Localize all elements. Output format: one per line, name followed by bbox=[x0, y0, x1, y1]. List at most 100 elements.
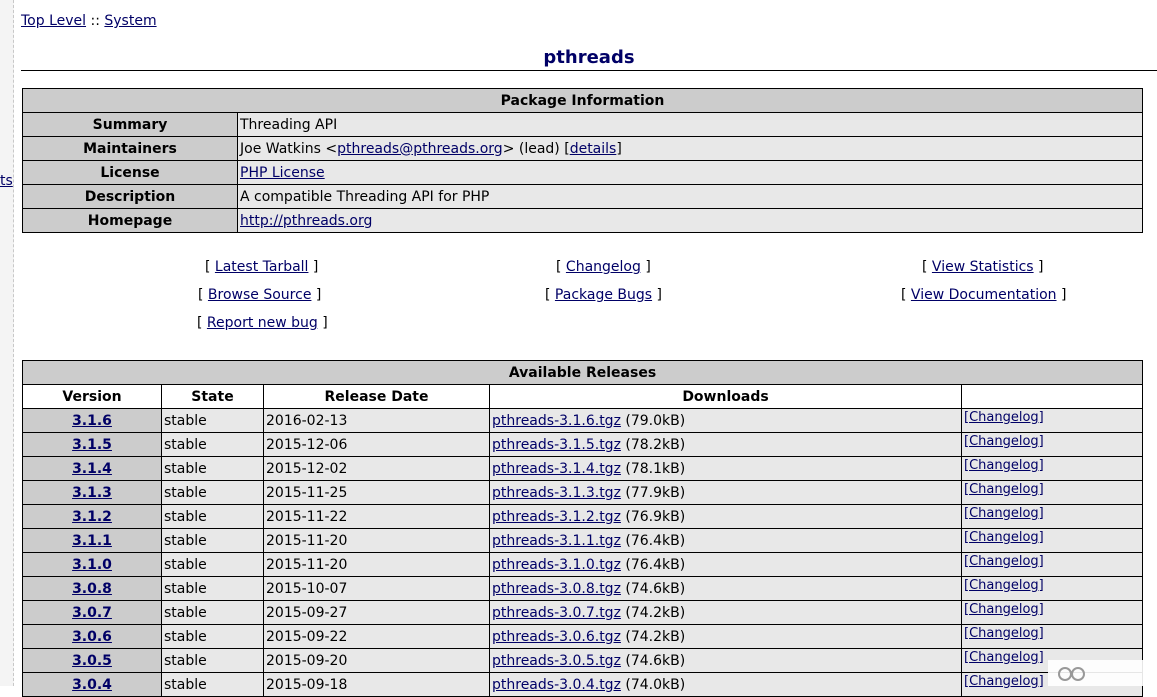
release-download-link[interactable]: pthreads-3.0.4.tgz bbox=[492, 677, 621, 693]
action-view-statistics: [ View Statistics ] bbox=[922, 259, 1044, 275]
release-version-link[interactable]: 3.0.4 bbox=[72, 677, 112, 693]
release-size: (74.6kB) bbox=[625, 652, 686, 669]
homepage-label: Homepage bbox=[22, 208, 238, 233]
release-date: 2015-09-20 bbox=[263, 648, 490, 673]
release-changelog-link[interactable]: [Changelog] bbox=[964, 434, 1044, 449]
release-changelog-link[interactable]: [Changelog] bbox=[964, 578, 1044, 593]
release-size: (76.4kB) bbox=[625, 532, 686, 549]
action-report-bug: [ Report new bug ] bbox=[197, 315, 328, 331]
package-bugs-link[interactable]: Package Bugs bbox=[555, 287, 652, 303]
release-date: 2015-11-22 bbox=[263, 504, 490, 529]
release-state: stable bbox=[161, 624, 264, 649]
description-row: Description A compatible Threading API f… bbox=[22, 184, 1143, 209]
release-row: 3.0.7 stable 2015-09-27 pthreads-3.0.7.tgz … bbox=[22, 600, 1143, 625]
column-state: State bbox=[161, 384, 264, 409]
view-statistics-link[interactable]: View Statistics bbox=[932, 259, 1034, 275]
release-download-link[interactable]: pthreads-3.1.3.tgz bbox=[492, 485, 621, 501]
breadcrumb-system[interactable]: System bbox=[104, 13, 156, 29]
release-version-link[interactable]: 3.0.8 bbox=[72, 581, 112, 597]
bracket: ] bbox=[616, 140, 622, 157]
release-size: (74.0kB) bbox=[625, 676, 686, 693]
release-changelog-link[interactable]: [Changelog] bbox=[964, 530, 1044, 545]
maintainer-details-link[interactable]: details bbox=[570, 141, 617, 157]
view-documentation-link[interactable]: View Documentation bbox=[911, 287, 1057, 303]
releases-table: Available Releases Version State Release… bbox=[22, 360, 1143, 697]
column-downloads: Downloads bbox=[489, 384, 962, 409]
release-size: (76.4kB) bbox=[625, 556, 686, 573]
release-version-link[interactable]: 3.0.5 bbox=[72, 653, 112, 669]
release-changelog-link[interactable]: [Changelog] bbox=[964, 674, 1044, 689]
release-changelog-link[interactable]: [Changelog] bbox=[964, 602, 1044, 617]
release-version-link[interactable]: 3.0.7 bbox=[72, 605, 112, 621]
license-label: License bbox=[22, 160, 238, 185]
release-download-link[interactable]: pthreads-3.1.6.tgz bbox=[492, 413, 621, 429]
release-version-link[interactable]: 3.0.6 bbox=[72, 629, 112, 645]
release-date: 2015-09-18 bbox=[263, 672, 490, 697]
release-download-link[interactable]: pthreads-3.1.5.tgz bbox=[492, 437, 621, 453]
package-info-table: Package Information Summary Threading AP… bbox=[22, 88, 1143, 233]
release-version-link[interactable]: 3.1.6 bbox=[72, 413, 112, 429]
releases-column-headers: Version State Release Date Downloads bbox=[22, 384, 1143, 409]
release-row: 3.1.5 stable 2015-12-06 pthreads-3.1.5.tgz … bbox=[22, 432, 1143, 457]
summary-row: Summary Threading API bbox=[22, 112, 1143, 137]
releases-header: Available Releases bbox=[22, 360, 1143, 385]
release-row: 3.0.8 stable 2015-10-07 pthreads-3.0.8.tgz … bbox=[22, 576, 1143, 601]
release-state: stable bbox=[161, 432, 264, 457]
description-value: A compatible Threading API for PHP bbox=[237, 184, 1143, 209]
release-download: pthreads-3.1.2.tgz (76.9kB) bbox=[489, 504, 962, 529]
release-download-link[interactable]: pthreads-3.0.8.tgz bbox=[492, 581, 621, 597]
release-download: pthreads-3.0.7.tgz (74.2kB) bbox=[489, 600, 962, 625]
release-changelog-link[interactable]: [Changelog] bbox=[964, 650, 1044, 665]
release-version-link[interactable]: 3.1.2 bbox=[72, 509, 112, 525]
release-date: 2015-10-07 bbox=[263, 576, 490, 601]
column-version: Version bbox=[22, 384, 162, 409]
release-state: stable bbox=[161, 408, 264, 433]
release-state: stable bbox=[161, 528, 264, 553]
release-date: 2015-09-22 bbox=[263, 624, 490, 649]
homepage-link[interactable]: http://pthreads.org bbox=[240, 213, 372, 229]
page-title: pthreads bbox=[543, 47, 635, 68]
release-date: 2015-11-20 bbox=[263, 552, 490, 577]
release-size: (78.2kB) bbox=[625, 436, 686, 453]
release-download-link[interactable]: pthreads-3.1.2.tgz bbox=[492, 509, 621, 525]
description-label: Description bbox=[22, 184, 238, 209]
breadcrumb-top-level[interactable]: Top Level bbox=[21, 13, 86, 29]
release-download-link[interactable]: pthreads-3.1.4.tgz bbox=[492, 461, 621, 477]
release-row: 3.0.4 stable 2015-09-18 pthreads-3.0.4.tgz … bbox=[22, 672, 1143, 697]
release-changelog-link[interactable]: [Changelog] bbox=[964, 626, 1044, 641]
release-changelog-link[interactable]: [Changelog] bbox=[964, 506, 1044, 521]
release-changelog-link[interactable]: [Changelog] bbox=[964, 410, 1044, 425]
release-download-link[interactable]: pthreads-3.0.5.tgz bbox=[492, 653, 621, 669]
summary-value: Threading API bbox=[237, 112, 1143, 137]
release-version-link[interactable]: 3.1.5 bbox=[72, 437, 112, 453]
release-changelog-link[interactable]: [Changelog] bbox=[964, 482, 1044, 497]
license-link[interactable]: PHP License bbox=[240, 165, 325, 181]
release-version-link[interactable]: 3.1.3 bbox=[72, 485, 112, 501]
release-row: 3.0.6 stable 2015-09-22 pthreads-3.0.6.tgz … bbox=[22, 624, 1143, 649]
release-download-link[interactable]: pthreads-3.0.6.tgz bbox=[492, 629, 621, 645]
report-bug-link[interactable]: Report new bug bbox=[207, 315, 318, 331]
release-date: 2015-12-02 bbox=[263, 456, 490, 481]
release-date: 2016-02-13 bbox=[263, 408, 490, 433]
action-view-documentation: [ View Documentation ] bbox=[901, 287, 1067, 303]
release-changelog-link[interactable]: [Changelog] bbox=[964, 554, 1044, 569]
browse-source-link[interactable]: Browse Source bbox=[208, 287, 312, 303]
sidebar-link-fragment[interactable]: ts bbox=[0, 173, 13, 189]
release-download-link[interactable]: pthreads-3.1.1.tgz bbox=[492, 533, 621, 549]
maintainer-email-link[interactable]: pthreads@pthreads.org bbox=[337, 141, 503, 157]
changelog-link[interactable]: Changelog bbox=[566, 259, 641, 275]
release-size: (74.2kB) bbox=[625, 628, 686, 645]
release-state: stable bbox=[161, 456, 264, 481]
release-date: 2015-09-27 bbox=[263, 600, 490, 625]
release-size: (79.0kB) bbox=[625, 412, 686, 429]
release-version-link[interactable]: 3.1.1 bbox=[72, 533, 112, 549]
release-download-link[interactable]: pthreads-3.0.7.tgz bbox=[492, 605, 621, 621]
release-version-link[interactable]: 3.1.0 bbox=[72, 557, 112, 573]
release-download-link[interactable]: pthreads-3.1.0.tgz bbox=[492, 557, 621, 573]
release-download: pthreads-3.0.5.tgz (74.6kB) bbox=[489, 648, 962, 673]
maintainer-name: Joe Watkins < bbox=[240, 140, 338, 157]
release-changelog-link[interactable]: [Changelog] bbox=[964, 458, 1044, 473]
release-version-link[interactable]: 3.1.4 bbox=[72, 461, 112, 477]
release-date: 2015-11-20 bbox=[263, 528, 490, 553]
latest-tarball-link[interactable]: Latest Tarball bbox=[215, 259, 309, 275]
